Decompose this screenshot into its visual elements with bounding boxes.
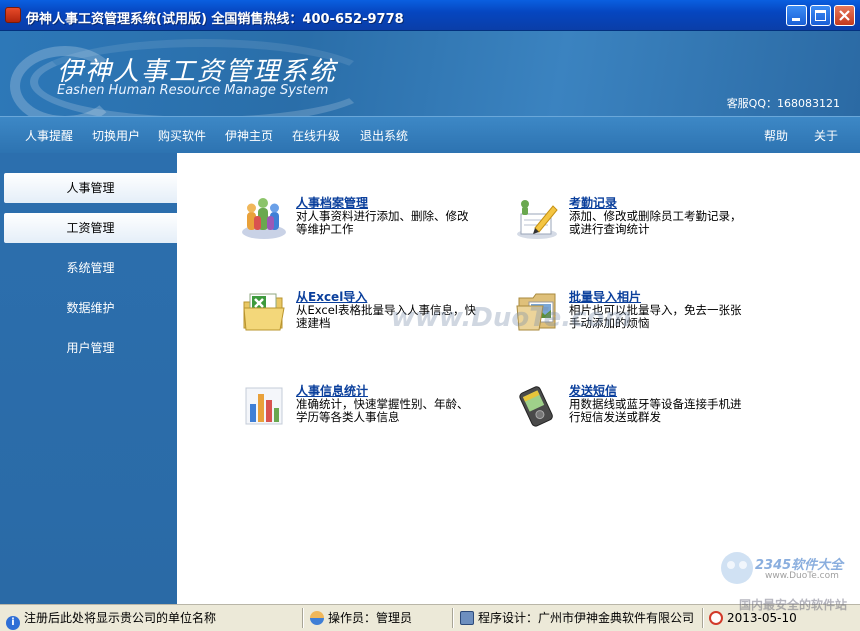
app-icon[interactable] <box>5 7 21 23</box>
sidebar: 人事管理 工资管理 系统管理 数据维护 用户管理 <box>0 153 177 604</box>
main-content: 人事档案管理 对人事资料进行添加、删除、修改等维护工作 考勤记录 添加、修改或删… <box>177 153 860 604</box>
people-icon <box>242 198 286 239</box>
pda-icon <box>519 386 553 427</box>
menu-bar: 人事提醒 切换用户 购买软件 伊神主页 在线升级 退出系统 帮助 关于 <box>0 116 860 153</box>
close-icon <box>839 10 850 21</box>
card-description: 添加、修改或删除员工考勤记录，或进行查询统计 <box>569 209 742 236</box>
status-operator: 操作员：管理员 <box>310 608 412 628</box>
minimize-icon <box>792 18 800 21</box>
card-hr-records[interactable]: 人事档案管理 对人事资料进行添加、删除、修改等维护工作 <box>240 194 485 264</box>
status-company-text: 注册后此处将显示贵公司的单位名称 <box>24 611 217 625</box>
watermark: www.DuoTe.com <box>391 303 632 333</box>
menu-help[interactable]: 帮助 <box>764 127 788 144</box>
sidebar-item-salary[interactable]: 工资管理 <box>4 213 177 243</box>
window-titlebar[interactable]: 伊神人事工资管理系统(试用版) 全国销售热线：400-652-9778 <box>0 0 860 31</box>
sidebar-item-hr[interactable]: 人事管理 <box>4 173 177 203</box>
menu-hr-reminder[interactable]: 人事提醒 <box>25 127 73 144</box>
card-attendance[interactable]: 考勤记录 添加、修改或删除员工考勤记录，或进行查询统计 <box>513 194 758 264</box>
maximize-icon <box>815 10 826 21</box>
status-divider <box>302 608 304 628</box>
sidebar-item-system[interactable]: 系统管理 <box>4 253 177 283</box>
excel-folder-icon <box>243 293 285 331</box>
menu-online-upgrade[interactable]: 在线升级 <box>292 127 340 144</box>
minimize-button[interactable] <box>786 5 807 26</box>
status-designer-text: 程序设计：广州市伊神金典软件有限公司 <box>478 611 695 625</box>
mascot-icon <box>721 552 753 584</box>
maximize-button[interactable] <box>810 5 831 26</box>
card-send-sms[interactable]: 发送短信 用数据线或蓝牙等设备连接手机进行短信发送或群发 <box>513 382 758 452</box>
window-title: 伊神人事工资管理系统(试用版) 全国销售热线：400-652-9778 <box>26 12 404 27</box>
status-divider <box>452 608 454 628</box>
card-hr-statistics[interactable]: 人事信息统计 准确统计，快速掌握性别、年龄、学历等各类人事信息 <box>240 382 485 452</box>
card-description: 用数据线或蓝牙等设备连接手机进行短信发送或群发 <box>569 397 742 424</box>
status-operator-text: 操作员：管理员 <box>328 611 413 625</box>
close-button[interactable] <box>834 5 855 26</box>
header-banner: 伊神人事工资管理系统 Eashen Human Resource Manage … <box>0 31 860 116</box>
card-description: 准确统计，快速掌握性别、年龄、学历等各类人事信息 <box>296 397 469 424</box>
status-designer: 程序设计：广州市伊神金典软件有限公司 <box>460 608 694 628</box>
menu-buy-software[interactable]: 购买软件 <box>158 127 206 144</box>
corner-slogan: 国内最安全的软件站 <box>739 598 848 612</box>
product-subtitle: Eashen Human Resource Manage System <box>57 83 329 98</box>
sidebar-item-users[interactable]: 用户管理 <box>4 333 177 363</box>
menu-switch-user[interactable]: 切换用户 <box>92 127 140 144</box>
corner-watermark: 2345软件大全 www.DuoTe.com 国内最安全的软件站 <box>715 540 860 615</box>
status-company: i 注册后此处将显示贵公司的单位名称 <box>6 608 217 630</box>
menu-about[interactable]: 关于 <box>814 127 838 144</box>
info-icon: i <box>6 616 20 630</box>
user-icon <box>310 611 324 625</box>
status-divider <box>702 608 704 628</box>
menu-exit[interactable]: 退出系统 <box>360 127 408 144</box>
card-description: 对人事资料进行添加、删除、修改等维护工作 <box>296 209 469 236</box>
computer-icon <box>460 611 474 625</box>
sidebar-item-data-maintenance[interactable]: 数据维护 <box>4 293 177 323</box>
menu-homepage[interactable]: 伊神主页 <box>225 127 273 144</box>
corner-url: www.DuoTe.com <box>765 571 839 581</box>
bar-chart-icon <box>245 387 283 425</box>
attendance-pencil-icon <box>517 200 558 239</box>
support-qq: 客服QQ：168083121 <box>726 97 840 110</box>
